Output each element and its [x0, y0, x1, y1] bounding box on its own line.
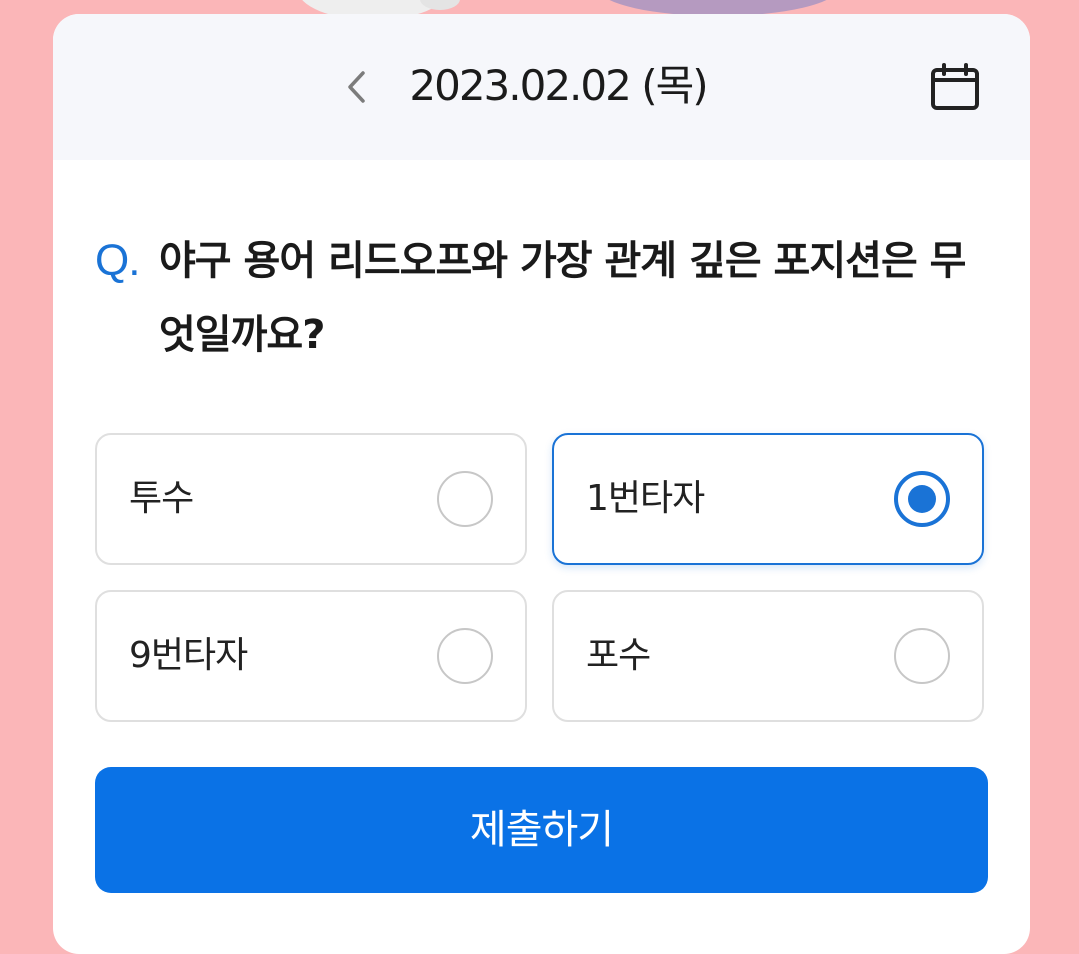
- submit-button[interactable]: 제출하기: [95, 767, 988, 893]
- current-date: 2023.02.02 (목): [409, 61, 708, 110]
- previous-date-button[interactable]: [333, 59, 379, 115]
- calendar-button[interactable]: [925, 58, 985, 118]
- answer-option[interactable]: 9번타자: [95, 590, 527, 722]
- date-header: 2023.02.02 (목): [53, 14, 1030, 160]
- answer-option[interactable]: 1번타자: [552, 433, 984, 565]
- answer-option-label: 투수: [129, 478, 194, 519]
- calendar-icon: [931, 63, 979, 110]
- radio-checked-dot: [908, 485, 936, 513]
- quiz-card: 2023.02.02 (목) Q. 야구 용어 리드오프와 가장 관계 깊은 포…: [53, 14, 1030, 954]
- radio-button[interactable]: [437, 471, 493, 527]
- answer-option[interactable]: 투수: [95, 433, 527, 565]
- answer-option[interactable]: 포수: [552, 590, 984, 722]
- question-prefix: Q.: [95, 236, 140, 285]
- answer-option-label: 9번타자: [129, 635, 248, 676]
- answer-option-label: 1번타자: [586, 478, 705, 519]
- chevron-left-icon: [348, 71, 365, 103]
- question-text: 야구 용어 리드오프와 가장 관계 깊은 포지션은 무엇일까요?: [159, 238, 966, 358]
- radio-button[interactable]: [894, 628, 950, 684]
- answer-option-label: 포수: [586, 635, 651, 676]
- question: Q. 야구 용어 리드오프와 가장 관계 깊은 포지션은 무엇일까요?: [95, 226, 995, 372]
- radio-button[interactable]: [437, 628, 493, 684]
- radio-button[interactable]: [894, 471, 950, 527]
